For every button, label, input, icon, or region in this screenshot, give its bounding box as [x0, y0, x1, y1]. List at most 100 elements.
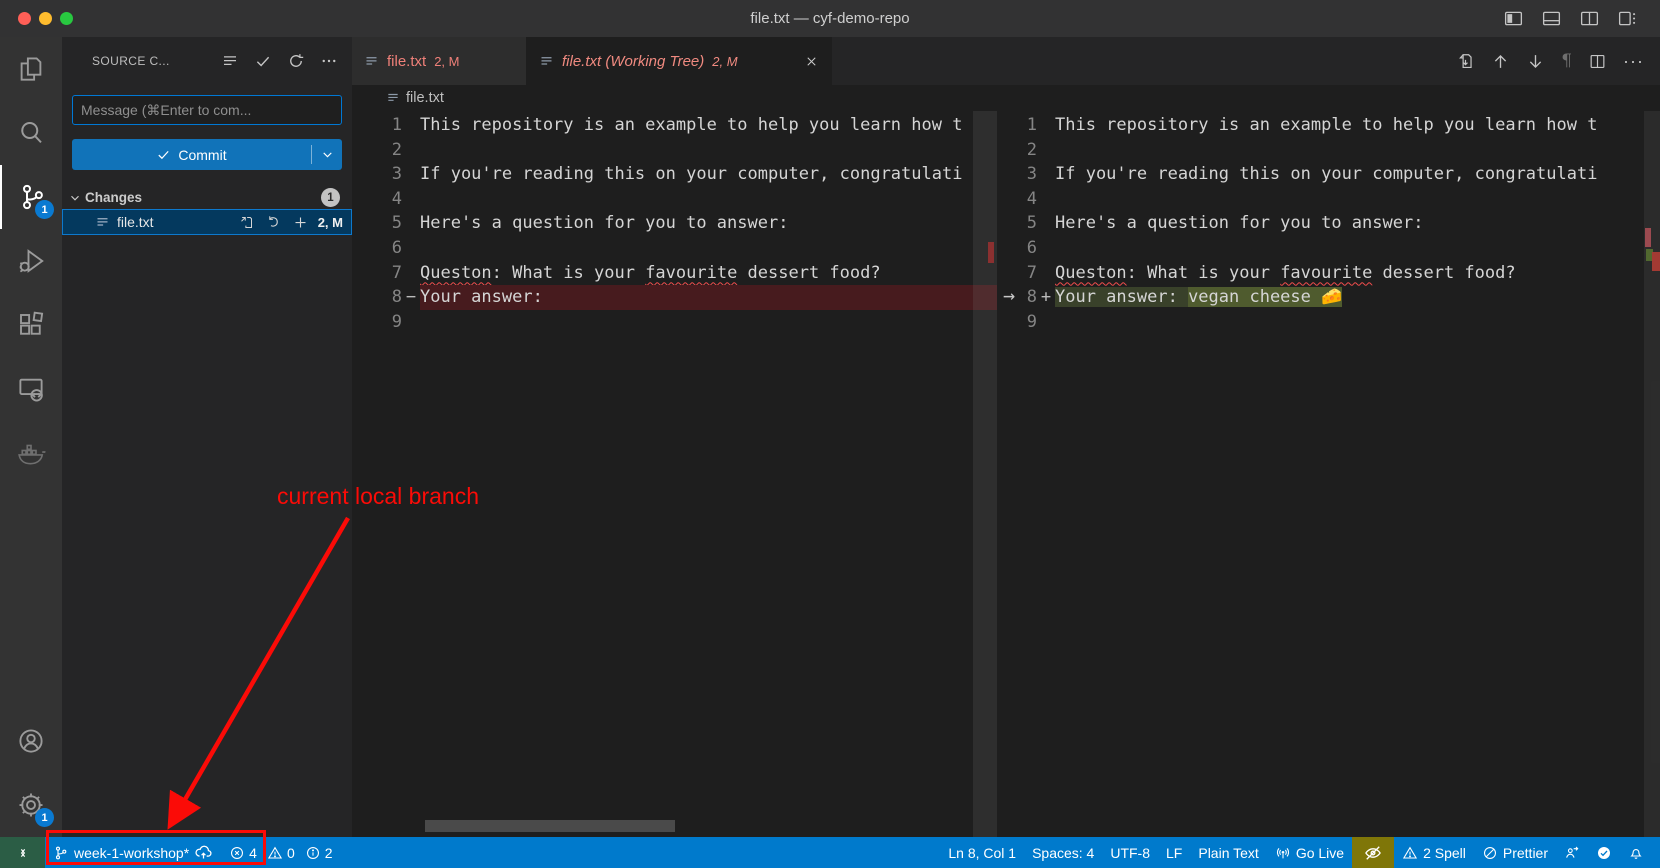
commit-message-input[interactable] [72, 95, 342, 125]
spell-checker-status[interactable]: 2 Spell [1394, 837, 1474, 868]
render-whitespace-icon[interactable]: ¶ [1561, 51, 1572, 71]
left-vertical-scrollbar[interactable] [973, 111, 997, 837]
encoding-indicator[interactable]: UTF-8 [1102, 837, 1158, 868]
status-bar: week-1-workshop* 4 0 2 Ln 8, Col 1 Space… [0, 837, 1660, 868]
line-number: 9 [352, 310, 402, 335]
commit-button-label: Commit [178, 147, 226, 163]
tab-badge: 2, M [712, 54, 737, 69]
eye-closed-icon [1363, 843, 1383, 863]
tab-file[interactable]: file.txt 2, M [352, 37, 527, 85]
view-as-list-icon[interactable] [221, 52, 239, 70]
settings-gear-icon[interactable]: 1 [0, 773, 62, 837]
zoom-window-button[interactable] [60, 12, 73, 25]
accounts-icon[interactable] [0, 709, 62, 773]
changed-file-name: file.txt [117, 214, 239, 230]
inline-view-icon[interactable] [1456, 52, 1475, 71]
check-icon [156, 147, 171, 162]
errors-icon [229, 845, 245, 861]
more-actions-icon[interactable]: ··· [1623, 51, 1644, 72]
code-line: 3If you're reading this on your computer… [352, 162, 997, 187]
info-icon [305, 845, 321, 861]
toggle-panel-icon[interactable] [1541, 8, 1562, 29]
right-vertical-scrollbar[interactable] [1644, 111, 1660, 837]
code-line: 6 [997, 236, 1660, 261]
split-editor-icon[interactable] [1588, 52, 1607, 71]
problems-indicator[interactable]: 4 0 2 [221, 837, 346, 868]
line-text [420, 236, 997, 261]
go-live-button[interactable]: Go Live [1267, 837, 1352, 868]
source-control-icon[interactable]: 1 [0, 165, 62, 229]
breadcrumb[interactable]: file.txt [352, 85, 1660, 111]
breadcrumb-file: file.txt [406, 90, 444, 106]
close-tab-icon[interactable] [804, 54, 819, 69]
line-text [1055, 187, 1660, 212]
eol-indicator[interactable]: LF [1158, 837, 1190, 868]
explorer-icon[interactable] [0, 37, 62, 101]
changed-file-row[interactable]: file.txt 2, M [62, 209, 352, 235]
docker-icon[interactable] [0, 421, 62, 485]
git-branch-icon [53, 845, 69, 861]
commit-check-icon[interactable] [254, 52, 272, 70]
extensions-icon[interactable] [0, 293, 62, 357]
split-editor-layout-icon[interactable] [1579, 8, 1600, 29]
remote-icon [15, 845, 31, 861]
line-text: This repository is an example to help yo… [1055, 113, 1660, 138]
line-number: 6 [997, 236, 1037, 261]
feedback-button[interactable] [1556, 837, 1588, 868]
left-horizontal-scrollbar[interactable] [425, 820, 675, 832]
diff-original-pane[interactable]: 1This repository is an example to help y… [352, 111, 997, 837]
line-number: 2 [997, 138, 1037, 163]
prettier-status[interactable]: Prettier [1474, 837, 1556, 868]
customize-layout-icon[interactable] [1617, 8, 1638, 29]
tab-label: file.txt (Working Tree) [562, 53, 704, 70]
line-number: 6 [352, 236, 402, 261]
toggle-sidebar-icon[interactable] [1503, 8, 1524, 29]
code-line: 1This repository is an example to help y… [997, 113, 1660, 138]
activity-bar: 1 1 [0, 37, 62, 837]
more-actions-icon[interactable] [320, 52, 338, 70]
tab-badge: 2, M [434, 54, 459, 69]
file-change-badge: 2, M [318, 215, 343, 230]
line-text: If you're reading this on your computer,… [420, 162, 997, 187]
diff-marker [1037, 261, 1055, 286]
stage-changes-icon[interactable] [293, 215, 308, 230]
commit-button[interactable]: Commit [72, 139, 342, 170]
code-line: 3If you're reading this on your computer… [997, 162, 1660, 187]
diff-marker [402, 162, 420, 187]
notifications-bell[interactable] [1620, 837, 1652, 868]
open-file-icon[interactable] [239, 215, 254, 230]
remote-explorer-icon[interactable] [0, 357, 62, 421]
search-icon[interactable] [0, 101, 62, 165]
refresh-icon[interactable] [287, 52, 305, 70]
commit-dropdown-chevron[interactable] [312, 148, 342, 161]
diff-modified-pane[interactable]: → 1This repository is an example to help… [997, 111, 1660, 837]
remote-indicator[interactable] [0, 837, 45, 868]
diff-editor: 1 This repository is an example to help y… [352, 111, 1660, 837]
close-window-button[interactable] [18, 12, 31, 25]
screencast-off-button[interactable] [1352, 837, 1394, 868]
overview-error-mark [1645, 228, 1651, 247]
line-text [420, 310, 997, 335]
file-icon [95, 215, 110, 230]
line-number: 4 [352, 187, 402, 212]
language-mode[interactable]: Plain Text [1190, 837, 1266, 868]
previous-change-icon[interactable] [1491, 52, 1510, 71]
line-number: 1 [352, 113, 402, 138]
diff-marker [402, 187, 420, 212]
next-change-icon[interactable] [1526, 52, 1545, 71]
tab-label: file.txt [387, 53, 426, 70]
publish-cloud-icon [194, 843, 213, 862]
branch-indicator[interactable]: week-1-workshop* [45, 837, 221, 868]
run-debug-icon[interactable] [0, 229, 62, 293]
sync-status-button[interactable] [1588, 837, 1620, 868]
minimize-window-button[interactable] [39, 12, 52, 25]
text-file-icon [386, 91, 400, 105]
warnings-icon [267, 845, 283, 861]
code-line: 6 [352, 236, 997, 261]
discard-changes-icon[interactable] [266, 215, 281, 230]
changes-section-header[interactable]: Changes 1 [62, 186, 352, 209]
code-line: 7Queston: What is your favourite dessert… [352, 261, 997, 286]
tab-file-working-tree[interactable]: file.txt (Working Tree) 2, M [527, 37, 832, 85]
indentation-indicator[interactable]: Spaces: 4 [1024, 837, 1102, 868]
cursor-position[interactable]: Ln 8, Col 1 [940, 837, 1024, 868]
